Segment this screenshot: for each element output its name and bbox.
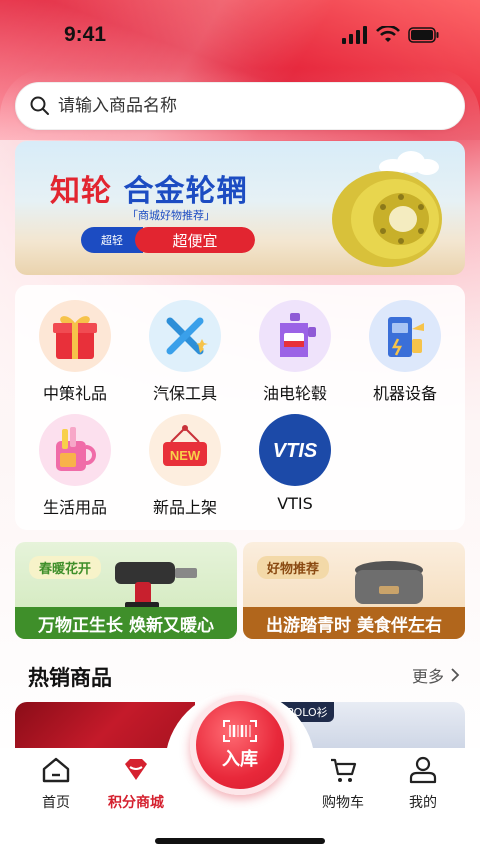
banner-title-product: 合金轮辋 <box>123 174 248 209</box>
gem-icon <box>125 759 147 780</box>
stock-in-label: 入库 <box>222 749 258 770</box>
banner[interactable]: 知轮 合金轮辋 「商城好物推荐」 超轻 超便宜 <box>15 141 465 275</box>
promo-card-spring[interactable]: 春暖花开 万物正生长 焕新又暖心 <box>15 542 237 639</box>
machine-icon <box>369 300 441 372</box>
chevron-right-icon <box>451 668 460 682</box>
promo-tag: 好物推荐 <box>257 556 330 579</box>
banner-pill: 超轻 超便宜 <box>81 227 255 253</box>
pill-left-label: 超轻 <box>81 227 143 253</box>
search-icon <box>30 96 49 115</box>
tab-home[interactable]: 首页 <box>16 756 96 812</box>
category-item-daily[interactable]: 生活用品 <box>20 414 130 518</box>
wheel-rim-image <box>332 171 442 267</box>
category-item-oil[interactable]: 油电轮毂 <box>240 300 350 404</box>
pill-right-label: 超便宜 <box>135 227 255 253</box>
scan-icon <box>223 720 257 742</box>
promo-card-food[interactable]: 好物推荐 出游踏青时 美食伴左右 <box>243 542 465 639</box>
tab-cart[interactable]: 购物车 <box>303 756 383 812</box>
signal-icon <box>342 26 367 44</box>
search-bar[interactable] <box>15 82 465 130</box>
category-item-gifts[interactable]: 中策礼品 <box>20 300 130 404</box>
home-icon <box>42 757 70 783</box>
tab-mine[interactable]: 我的 <box>383 756 463 812</box>
category-label: 汽保工具 <box>152 384 217 403</box>
mug-icon <box>39 414 111 486</box>
banner-title: 知轮 合金轮辋 <box>50 166 247 210</box>
banner-title-brand: 知轮 <box>50 174 112 209</box>
cart-icon <box>331 758 357 782</box>
category-label: VTIS <box>277 494 313 513</box>
new-sign-text: NEW <box>170 448 201 463</box>
new-sign-icon: NEW <box>149 414 221 486</box>
gift-icon <box>39 300 111 372</box>
oil-can-icon <box>259 300 331 372</box>
category-item-new[interactable]: NEW 新品上架 <box>130 414 240 518</box>
battery-icon <box>408 27 439 43</box>
drill-image <box>115 562 197 610</box>
search-input[interactable] <box>58 96 438 116</box>
category-label: 油电轮毂 <box>262 384 327 403</box>
tab-label: 积分商城 <box>108 795 164 811</box>
vtis-logo-text: VTIS <box>273 440 318 462</box>
section-title-hot: 热销商品 <box>28 666 112 690</box>
status-bar: 9:41 <box>0 0 480 70</box>
promo-text: 万物正生长 焕新又暖心 <box>15 607 237 639</box>
user-icon <box>409 756 437 784</box>
category-label: 生活用品 <box>42 498 107 517</box>
tab-label: 我的 <box>409 795 437 811</box>
category-label: 机器设备 <box>372 384 437 403</box>
cooker-image <box>355 561 423 604</box>
tab-label: 购物车 <box>322 795 364 811</box>
category-item-vtis[interactable]: VTIS VTIS <box>240 414 350 513</box>
vtis-logo: VTIS <box>259 414 331 486</box>
tab-points-mall[interactable]: 积分商城 <box>96 756 176 812</box>
category-item-machines[interactable]: 机器设备 <box>350 300 460 404</box>
status-time: 9:41 <box>64 23 107 46</box>
more-link[interactable]: 更多 <box>412 663 460 687</box>
promo-text: 出游踏青时 美食伴左右 <box>243 607 465 639</box>
category-label: 中策礼品 <box>42 384 107 403</box>
status-icons <box>342 26 440 44</box>
category-label: 新品上架 <box>152 498 217 517</box>
stock-in-button[interactable]: 入库 <box>190 695 290 795</box>
tab-label: 首页 <box>42 795 70 811</box>
banner-subtitle: 「商城好物推荐」 <box>127 209 215 222</box>
home-indicator <box>155 838 325 844</box>
category-item-tools[interactable]: 汽保工具 <box>130 300 240 404</box>
wifi-icon <box>376 26 400 42</box>
tools-icon <box>149 300 221 372</box>
promo-tag: 春暖花开 <box>29 556 102 579</box>
more-label: 更多 <box>411 667 444 686</box>
